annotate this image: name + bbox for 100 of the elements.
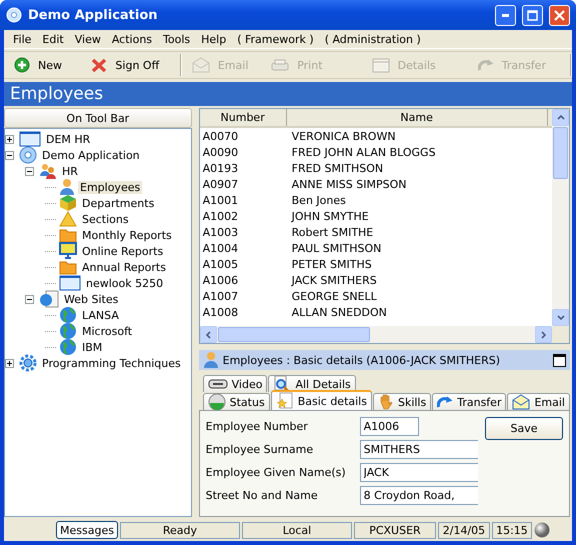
scroll-thumb[interactable] [218, 327, 370, 342]
video-player-icon [208, 379, 228, 389]
input-field[interactable]: SMITHERS [360, 440, 478, 459]
table-cell-text: FRED SMITHSON [290, 162, 384, 174]
people-icon [39, 162, 57, 180]
table-cell-text: PAUL SMITHSON [290, 242, 382, 254]
collapse-toggle[interactable] [25, 166, 34, 176]
table-cell-text: JOHN SMYTHE [290, 210, 370, 222]
tree-item[interactable]: LANSA [80, 308, 121, 322]
vertical-scrollbar[interactable] [552, 109, 569, 326]
chevron-down-icon [556, 315, 564, 320]
menu-item[interactable]: ( Administration ) [320, 32, 426, 46]
globe-icon [59, 322, 77, 340]
collapse-toggle[interactable] [25, 294, 34, 304]
tree-item[interactable]: HR [60, 164, 80, 178]
table-cell-text: FRED JOHN ALAN BLOGGS [290, 146, 437, 158]
scroll-thumb[interactable] [553, 127, 568, 179]
tree-item[interactable]: Online Reports [80, 244, 166, 258]
person-icon [202, 351, 219, 369]
tree-item[interactable]: Microsoft [80, 324, 134, 338]
minimize-button[interactable] [495, 4, 516, 26]
circular-arrow-icon [478, 58, 494, 72]
tree-item[interactable]: IBM [80, 340, 104, 354]
tree-item[interactable]: Programming Techniques [40, 356, 183, 370]
magnifier-icon [273, 375, 292, 393]
menu-item[interactable]: Actions [106, 32, 158, 46]
toolbar-button[interactable]: Sign Off [81, 53, 180, 77]
maximize-button[interactable] [553, 354, 566, 366]
tab[interactable]: Email [507, 393, 570, 410]
envelope-icon [512, 394, 530, 410]
column-header[interactable]: Name [286, 109, 548, 126]
table-cell-text: A0193 [202, 162, 240, 174]
table-cell-text: A0070 [202, 130, 240, 142]
printer-icon [271, 58, 290, 72]
table-cell-text: Robert SMITHE [290, 226, 374, 238]
field-label: Employee Surname [206, 442, 314, 458]
tab[interactable]: Skills [372, 393, 432, 410]
tree-item[interactable]: Annual Reports [80, 260, 168, 274]
tree-item[interactable]: Monthly Reports [80, 228, 174, 242]
expand-toggle[interactable] [5, 358, 14, 368]
messages-button[interactable]: Messages [56, 521, 118, 539]
horizontal-scrollbar[interactable] [200, 326, 552, 343]
menu-item[interactable]: View [70, 32, 106, 46]
table-cell-text: A1002 [202, 210, 240, 222]
chevron-right-icon [541, 330, 546, 338]
table-cell-text: ANNE MISS SIMPSON [290, 178, 408, 190]
folder-icon [59, 259, 77, 275]
chevron-left-icon [206, 330, 211, 338]
tree-item[interactable]: Web Sites [62, 292, 120, 306]
input-field[interactable]: 8 Croydon Road, [360, 486, 478, 505]
table-cell-text: A1007 [202, 290, 240, 302]
cube-icon [59, 194, 77, 212]
tree-item[interactable]: DEM HR [44, 132, 92, 146]
tab[interactable]: Transfer [432, 393, 506, 410]
gear-icon [19, 354, 37, 372]
table-cell-text: A1004 [202, 242, 240, 254]
person-icon [59, 178, 75, 196]
plus-icon [14, 57, 30, 73]
table-cell-text: A1001 [202, 194, 240, 206]
window-title: Demo Application [28, 8, 159, 22]
input-field[interactable]: A1006 [360, 417, 419, 436]
maximize-icon [527, 10, 538, 20]
hand-icon [378, 393, 394, 411]
window-icon [372, 58, 390, 72]
field-label: Employee Given Name(s) [206, 465, 347, 481]
menu-item[interactable]: Edit [37, 32, 69, 46]
menu-item[interactable]: Help [196, 32, 232, 46]
collapse-toggle[interactable] [5, 150, 14, 160]
tab[interactable]: Status [202, 393, 270, 410]
window-icon [59, 275, 81, 291]
menu-item[interactable]: ( Framework ) [232, 32, 319, 46]
on-tool-bar-button[interactable]: On Tool Bar [4, 108, 192, 128]
table-cell-text: GEORGE SNELL [290, 290, 378, 302]
page-header: Employees [4, 82, 572, 106]
tree-item[interactable]: Sections [80, 212, 131, 226]
status-light-icon [208, 393, 226, 411]
disc-icon [19, 146, 37, 164]
tree-item[interactable]: newlook 5250 [84, 276, 166, 290]
table-cell-text: A1008 [202, 306, 240, 318]
toolbar-button[interactable]: New [4, 53, 82, 77]
envelope-icon [192, 57, 210, 73]
menu-item[interactable]: File [8, 32, 36, 46]
menu-item[interactable]: Tools [158, 32, 196, 46]
status-pane: Local [242, 522, 352, 538]
save-button[interactable]: Save [485, 417, 563, 440]
status-pane: 2/14/05 [438, 522, 490, 538]
tab[interactable]: Video [202, 375, 268, 392]
table-cell-text: A1006 [202, 274, 240, 286]
close-button[interactable] [549, 4, 570, 26]
tree-item[interactable]: Demo Application [40, 148, 142, 162]
column-header[interactable]: Number [200, 109, 287, 126]
tree-item[interactable]: Employees [78, 180, 142, 194]
expand-toggle[interactable] [5, 134, 14, 144]
tree-item[interactable]: Departments [80, 196, 156, 210]
table-cell-text: Ben Jones [290, 194, 347, 206]
triangle-icon [59, 211, 77, 227]
table-cell-text: A1003 [202, 226, 240, 238]
chevron-up-icon [556, 115, 564, 120]
tab[interactable]: Basic details [270, 390, 372, 410]
field-label: Employee Number [206, 419, 309, 435]
